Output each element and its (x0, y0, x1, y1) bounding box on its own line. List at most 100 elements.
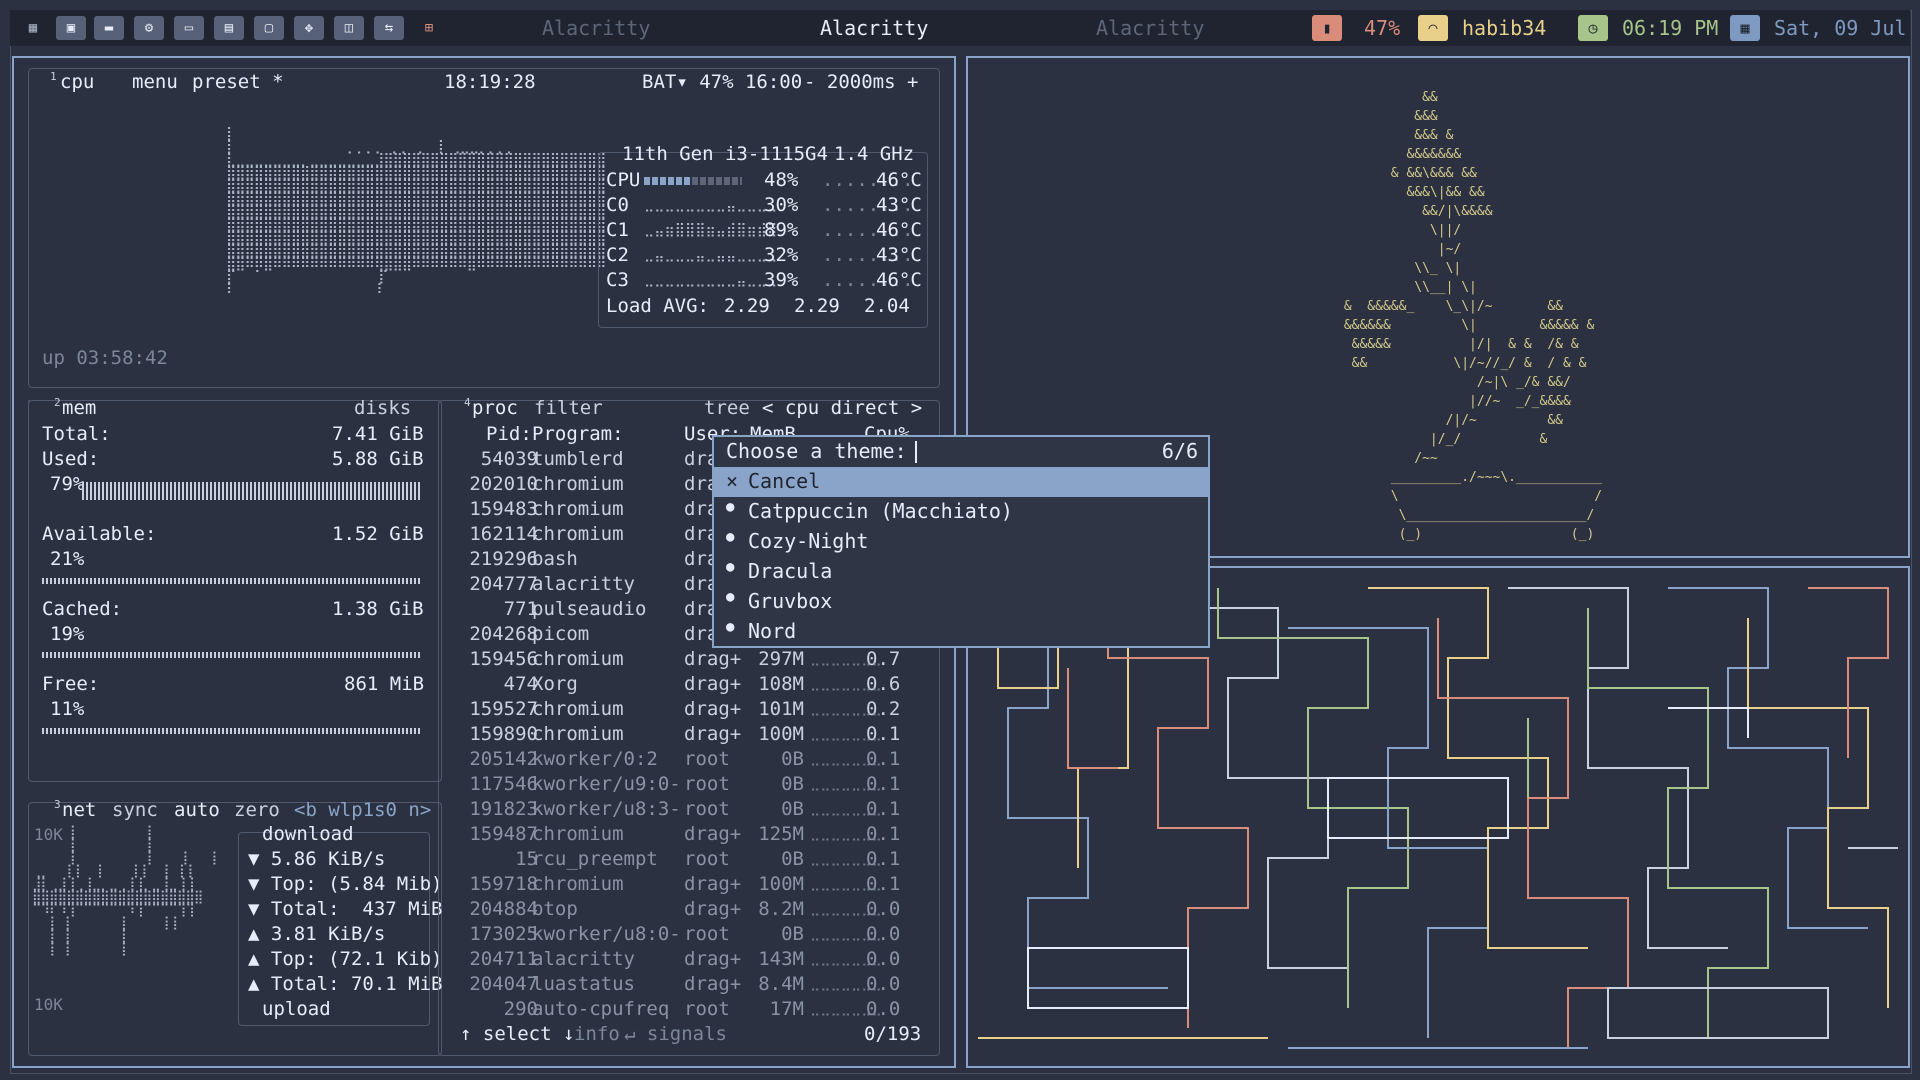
date-display: Sat, 09 Jul (1774, 16, 1907, 40)
proc-pid: 204884 (469, 898, 538, 920)
theme-option-catppuccin[interactable]: ● Catppuccin (Macchiato) (714, 497, 1208, 527)
window-icon[interactable]: ▭ (174, 16, 204, 40)
core-temp: 46°C (876, 219, 922, 241)
cpu-battery: BAT▾ 47% 16:00 (642, 71, 803, 93)
window-title-1[interactable]: Alacritty (542, 16, 650, 40)
clock-time: 06:19 PM (1622, 16, 1719, 40)
proc-program: auto-cpufreq (532, 998, 670, 1020)
net-graph: ⢸ ⢸ ⢸ ⢸ ⢸ ⢸ ⢸ ⢸ ⢀⡀ ⢸⢸ ⢸ ⢸⢸ ⢸ ⢸⢸ ⣸⡇⢀⣸⢸⢀⢸⣀… (32, 825, 217, 957)
chat-icon[interactable]: ▢ (254, 16, 284, 40)
net-auto-toggle[interactable]: auto (174, 798, 220, 823)
theme-option-label: Gruvbox (748, 589, 833, 613)
proc-user: root (684, 748, 730, 770)
theme-option-cancel[interactable]: × Cancel (714, 467, 1208, 497)
proc-box-title[interactable]: proc (472, 396, 518, 421)
net-box-title[interactable]: net (62, 798, 96, 823)
proc-program: chromium (532, 523, 624, 545)
proc-program: Xorg (532, 673, 578, 695)
proc-tab-number: 4 (464, 396, 471, 409)
core-name: C0 (606, 194, 629, 216)
available-mem-meter (42, 578, 422, 584)
uptime: up 03:58:42 (42, 347, 168, 369)
disks-toggle[interactable]: disks (354, 396, 411, 421)
theme-picker-dialog[interactable]: Choose a theme: 6/6 × Cancel ● Catppucci… (712, 435, 1210, 648)
display-icon[interactable]: ◫ (334, 16, 364, 40)
col-pid[interactable]: Pid: (486, 422, 532, 447)
mem-value: 861 MiB (344, 673, 425, 695)
move-icon[interactable]: ✥ (294, 16, 324, 40)
col-program[interactable]: Program: (532, 422, 624, 447)
mem-label: Cached: (42, 598, 123, 620)
proc-program: bash (532, 548, 578, 570)
mem-label: Free: (42, 673, 100, 695)
theme-option-label: Catppuccin (Macchiato) (748, 499, 1013, 523)
net-zero-toggle[interactable]: zero (234, 798, 280, 823)
proc-mem: 100M (758, 723, 804, 745)
mem-value: 1.38 GiB (332, 598, 424, 620)
window-title-focused[interactable]: Alacritty (820, 16, 928, 40)
theme-option-nord[interactable]: ● Nord (714, 617, 1208, 647)
proc-info-hint[interactable]: info (574, 1022, 620, 1047)
palette-icon: ● (726, 529, 735, 545)
proc-sort-selector[interactable]: < cpu direct > (762, 396, 922, 421)
theme-option-gruvbox[interactable]: ● Gruvbox (714, 587, 1208, 617)
window-title-3[interactable]: Alacritty (1096, 16, 1204, 40)
proc-program: kworker/0:2 (532, 748, 658, 770)
net-stat: ▲ Top: (72.1 Kib) (248, 948, 443, 970)
layout-icon[interactable]: ⊞ (414, 16, 444, 40)
calendar-icon: ▦ (1730, 15, 1760, 41)
battery-icon: ▮ (1312, 15, 1342, 41)
proc-tree-toggle[interactable]: tree (704, 396, 750, 421)
proc-program: luastatus (532, 973, 635, 995)
mem-percent: 21% (50, 548, 85, 570)
load-avg-1: 2.29 (724, 295, 770, 317)
proc-pid: 159890 (469, 723, 538, 745)
cpu-tab-number: 1 (50, 70, 57, 83)
proc-mem: 101M (758, 698, 804, 720)
theme-option-label: Cozy-Night (748, 529, 869, 553)
mem-box-title[interactable]: mem (62, 396, 96, 421)
grid-icon[interactable]: ▦ (18, 16, 48, 40)
proc-signals-hint[interactable]: ↵ signals (624, 1022, 727, 1047)
theme-option-label: Cancel (748, 469, 821, 493)
gear-icon[interactable]: ⚙ (134, 16, 164, 40)
swap-icon[interactable]: ⇆ (374, 16, 404, 40)
net-sync-toggle[interactable]: sync (112, 798, 158, 823)
book-icon[interactable]: ▤ (214, 16, 244, 40)
proc-user: root (684, 798, 730, 820)
core-percent: 30% (764, 194, 799, 216)
proc-program: chromium (532, 498, 624, 520)
update-interval[interactable]: - 2000ms + (804, 70, 918, 95)
proc-program: chromium (532, 473, 624, 495)
cpu-box-title[interactable]: cpu (60, 70, 94, 95)
theme-search-input[interactable] (911, 437, 1156, 467)
theme-option-label: Nord (748, 619, 797, 643)
proc-pid: 204268 (469, 623, 538, 645)
cpu-preset-button[interactable]: preset * (192, 70, 284, 95)
core-name: CPU (606, 169, 641, 191)
proc-pid: 204711 (469, 948, 538, 970)
net-interface-selector[interactable]: <b wlp1s0 n> (294, 798, 431, 823)
theme-option-dracula[interactable]: ● Dracula (714, 557, 1208, 587)
proc-program: picom (532, 623, 590, 645)
terminal-icon[interactable]: ▣ (56, 16, 86, 40)
core-name: C3 (606, 269, 629, 291)
cpu-menu-button[interactable]: menu (132, 70, 178, 95)
proc-select-hint[interactable]: ↑ select ↓ (460, 1022, 574, 1047)
wifi-icon: ◠ (1418, 15, 1448, 41)
cached-mem-meter (42, 652, 422, 658)
core-name: C2 (606, 244, 629, 266)
proc-pid: 204047 (469, 973, 538, 995)
net-stat: ▲ Total: 70.1 MiB (248, 973, 443, 995)
core-temp: 46°C (876, 169, 922, 191)
proc-program: chromium (532, 873, 624, 895)
folder-icon[interactable]: ▬ (94, 16, 124, 40)
theme-option-cozy-night[interactable]: ● Cozy-Night (714, 527, 1208, 557)
net-stat: ▼ 5.86 KiB/s (248, 848, 386, 870)
clock-icon: ◷ (1578, 15, 1608, 41)
proc-mem: 8.4M (758, 973, 804, 995)
top-bar: ▦ ▣ ▬ ⚙ ▭ ▤ ▢ ✥ ◫ ⇆ ⊞ Alacritty Alacritt… (10, 10, 1910, 46)
battery-status: 47% (1364, 16, 1401, 40)
used-mem-meter (82, 482, 422, 500)
proc-filter-button[interactable]: filter (534, 396, 603, 421)
